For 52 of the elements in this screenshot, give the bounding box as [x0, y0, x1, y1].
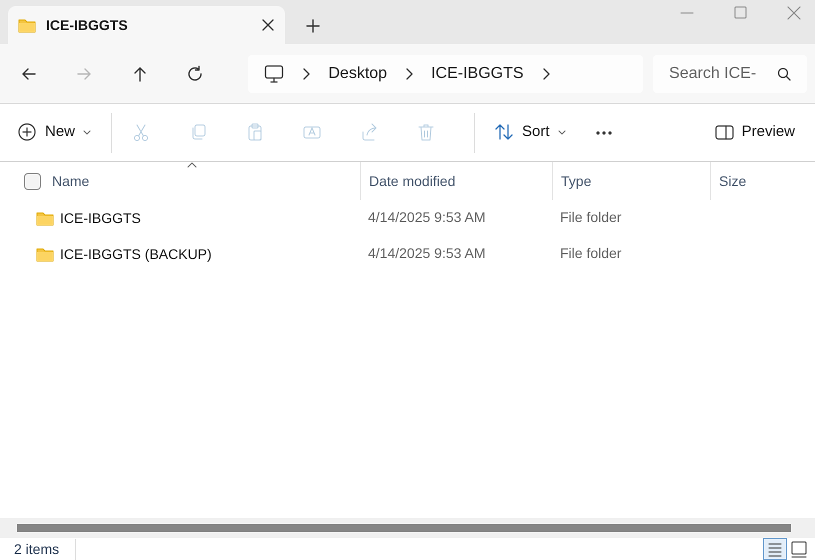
- share-icon: [360, 123, 380, 142]
- column-header[interactable]: Date modified: [369, 170, 456, 192]
- table-cell: File folder: [560, 245, 622, 261]
- table-cell: 4/14/2025 9:53 AM: [368, 245, 486, 261]
- horizontal-scrollbar[interactable]: [17, 524, 791, 532]
- tab[interactable]: ICE-IBGGTS: [8, 6, 285, 44]
- caret-down-icon: [83, 130, 92, 136]
- plus-circle-icon: [18, 123, 37, 142]
- file-name[interactable]: ICE-IBGGTS: [60, 208, 141, 228]
- search-field[interactable]: Search ICE-: [653, 54, 808, 92]
- search-icon: [777, 66, 792, 80]
- caret-down-icon: [558, 130, 566, 136]
- refresh-icon: [186, 64, 204, 82]
- minimize-icon: [680, 12, 694, 14]
- select-all-checkbox[interactable]: [24, 172, 41, 190]
- close-window-button[interactable]: [787, 6, 801, 20]
- sort-caret-icon: [187, 162, 197, 168]
- column-header[interactable]: Name: [52, 170, 90, 192]
- sort-button[interactable]: Sort: [495, 121, 566, 144]
- table-cell: 4/14/2025 9:53 AM: [368, 209, 486, 225]
- close-icon: [787, 6, 801, 20]
- maximize-icon: [734, 6, 747, 19]
- new-tab-button[interactable]: [305, 18, 321, 34]
- chevron-right-icon: [542, 68, 550, 80]
- folder-icon: [18, 17, 36, 33]
- new-button[interactable]: New: [18, 121, 92, 144]
- maximize-button[interactable]: [734, 6, 747, 19]
- computer-icon: [264, 64, 284, 84]
- close-tab-button[interactable]: [261, 18, 275, 32]
- more-dots-icon: [596, 130, 612, 134]
- table-cell: File folder: [560, 209, 622, 225]
- chevron-right-icon: [302, 68, 310, 80]
- close-icon: [261, 18, 275, 32]
- more-button[interactable]: [596, 130, 612, 134]
- square-icon: [790, 540, 808, 558]
- folder-icon: [36, 246, 54, 262]
- column-header[interactable]: Type: [561, 170, 592, 192]
- chevron-right-icon: [405, 68, 414, 80]
- minimize-button[interactable]: [680, 12, 694, 14]
- preview-button[interactable]: Preview: [714, 121, 795, 144]
- trash-icon: [417, 123, 436, 142]
- folder-icon: [36, 210, 54, 226]
- column-header[interactable]: Size: [719, 170, 746, 192]
- breadcrumb-item[interactable]: Desktop: [328, 62, 388, 86]
- sort-arrows-icon: [495, 123, 514, 142]
- breadcrumb-item[interactable]: ICE-IBGGTS: [431, 62, 524, 86]
- item-count: 2 items: [14, 538, 76, 560]
- panel-icon: [714, 123, 734, 142]
- details-view-button[interactable]: [763, 538, 787, 560]
- plus-icon: [305, 18, 321, 34]
- file-name[interactable]: ICE-IBGGTS (BACKUP): [60, 244, 212, 264]
- address-bar[interactable]: Desktop ICE-IBGGTS: [248, 54, 644, 92]
